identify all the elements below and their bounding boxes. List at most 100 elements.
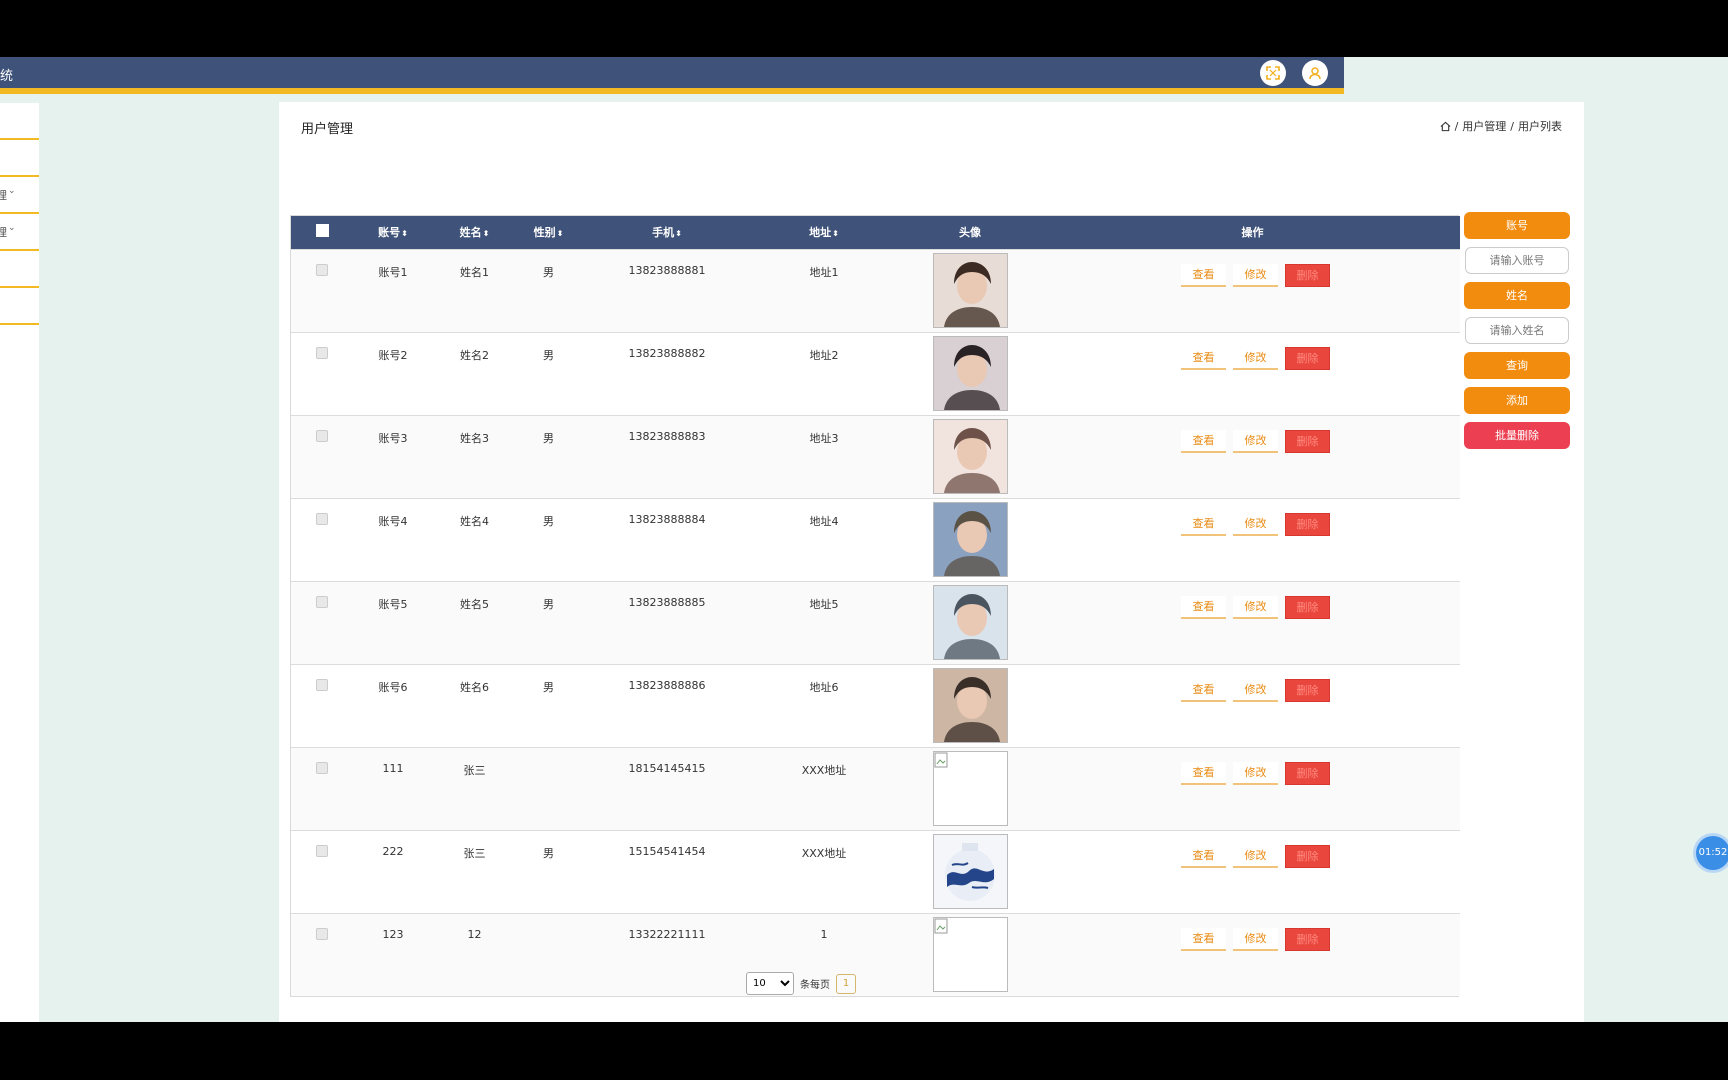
- view-button[interactable]: 查看: [1181, 263, 1226, 287]
- select-all-checkbox[interactable]: [315, 224, 329, 238]
- table-header-row: 账号⬍ 姓名⬍ 性别⬍ 手机⬍ 地址⬍ 头像 操作: [291, 216, 1460, 249]
- column-header-phone[interactable]: 手机⬍: [581, 216, 753, 249]
- row-checkbox[interactable]: [316, 844, 328, 857]
- delete-button[interactable]: 删除: [1285, 346, 1330, 370]
- view-button[interactable]: 查看: [1181, 761, 1226, 785]
- cell-actions: 查看 修改 删除: [1045, 664, 1460, 747]
- row-checkbox[interactable]: [316, 595, 328, 608]
- breadcrumb-item-user-management[interactable]: 用户管理: [1462, 118, 1506, 134]
- table-row: 222 张三 男 15154541454 XXX地址 查看 修改 删除: [291, 830, 1460, 913]
- row-checkbox[interactable]: [316, 678, 328, 691]
- cell-phone: 13322221111: [628, 927, 706, 941]
- cell-account: 账号6: [378, 680, 408, 694]
- sidebar-item-label: 理: [0, 189, 7, 202]
- row-select-cell: [291, 415, 353, 498]
- cell-phone: 13823888881: [628, 263, 706, 277]
- column-header-name[interactable]: 姓名⬍: [433, 216, 516, 249]
- sidebar-item[interactable]: -: [0, 140, 39, 177]
- row-checkbox[interactable]: [316, 263, 328, 276]
- delete-button[interactable]: 删除: [1285, 512, 1330, 536]
- edit-button[interactable]: 修改: [1233, 678, 1278, 702]
- avatar-image: [932, 750, 1008, 826]
- edit-button[interactable]: 修改: [1233, 761, 1278, 785]
- sidebar-item[interactable]: 理 ⌄: [0, 177, 39, 214]
- home-icon[interactable]: [1440, 121, 1451, 132]
- view-button[interactable]: 查看: [1181, 678, 1226, 702]
- cell-actions: 查看 修改 删除: [1045, 830, 1460, 913]
- cell-phone: 13823888886: [628, 678, 706, 692]
- cell-address: XXX地址: [801, 763, 847, 777]
- user-table: 账号⬍ 姓名⬍ 性别⬍ 手机⬍ 地址⬍ 头像 操作 账号1 姓名1 男 1382388…: [290, 215, 1460, 997]
- sidebar-item[interactable]: -: [0, 103, 39, 140]
- page-size-select[interactable]: 10: [746, 972, 794, 995]
- cell-actions: 查看 修改 删除: [1045, 913, 1460, 996]
- cell-avatar: [895, 249, 1045, 332]
- delete-button[interactable]: 删除: [1285, 761, 1330, 785]
- avatar-image: [932, 501, 1008, 577]
- query-button[interactable]: 查询: [1464, 352, 1570, 379]
- edit-button[interactable]: 修改: [1233, 346, 1278, 370]
- top-header: 统: [0, 57, 1344, 94]
- cell-actions: 查看 修改 删除: [1045, 332, 1460, 415]
- row-checkbox[interactable]: [316, 512, 328, 525]
- delete-button[interactable]: 删除: [1285, 263, 1330, 287]
- cell-phone: 13823888884: [628, 512, 706, 526]
- row-checkbox[interactable]: [316, 927, 328, 940]
- cell-account: 账号2: [378, 348, 408, 362]
- timer-badge[interactable]: 01:52: [1696, 836, 1728, 870]
- view-button[interactable]: 查看: [1181, 844, 1226, 868]
- view-button[interactable]: 查看: [1181, 429, 1226, 453]
- breadcrumb-separator: /: [1454, 119, 1459, 133]
- row-select-cell: [291, 249, 353, 332]
- user-button[interactable]: [1302, 60, 1328, 86]
- edit-button[interactable]: 修改: [1233, 927, 1278, 951]
- app-screen: 统 --理⌄理⌄-- 用户管理 / 用户管理 / 用户列表: [0, 57, 1728, 1022]
- edit-button[interactable]: 修改: [1233, 595, 1278, 619]
- edit-button[interactable]: 修改: [1233, 429, 1278, 453]
- sort-icon: ⬍: [401, 229, 408, 239]
- column-header-address[interactable]: 地址⬍: [753, 216, 895, 249]
- cell-avatar: [895, 332, 1045, 415]
- delete-button[interactable]: 删除: [1285, 678, 1330, 702]
- fullscreen-button[interactable]: [1260, 60, 1286, 86]
- cell-name: 姓名2: [460, 348, 489, 362]
- edit-button[interactable]: 修改: [1233, 263, 1278, 287]
- name-search-input[interactable]: [1465, 317, 1569, 344]
- table-row: 账号1 姓名1 男 13823888881 地址1 查看 修改 删除: [291, 249, 1460, 332]
- cell-gender: 男: [543, 431, 554, 445]
- table-body: 账号1 姓名1 男 13823888881 地址1 查看 修改 删除账号2 姓名2 男 138238…: [291, 249, 1460, 996]
- sidebar-item[interactable]: -: [0, 251, 39, 288]
- cell-avatar: [895, 498, 1045, 581]
- app-title: 统: [0, 69, 14, 84]
- edit-button[interactable]: 修改: [1233, 844, 1278, 868]
- column-header-gender[interactable]: 性别⬍: [516, 216, 581, 249]
- view-button[interactable]: 查看: [1181, 512, 1226, 536]
- account-search-input[interactable]: [1465, 247, 1569, 274]
- column-header-account[interactable]: 账号⬍: [353, 216, 433, 249]
- view-button[interactable]: 查看: [1181, 346, 1226, 370]
- row-checkbox[interactable]: [316, 429, 328, 442]
- sidebar-item[interactable]: -: [0, 288, 39, 325]
- row-checkbox[interactable]: [316, 761, 328, 774]
- avatar-image: [932, 584, 1008, 660]
- page-number-button[interactable]: 1: [836, 973, 856, 994]
- view-button[interactable]: 查看: [1181, 927, 1226, 951]
- batch-delete-button[interactable]: 批量删除: [1464, 422, 1570, 449]
- avatar-image: [932, 916, 1008, 992]
- row-checkbox[interactable]: [316, 346, 328, 359]
- add-button[interactable]: 添加: [1464, 387, 1570, 414]
- delete-button[interactable]: 删除: [1285, 927, 1330, 951]
- delete-button[interactable]: 删除: [1285, 429, 1330, 453]
- delete-button[interactable]: 删除: [1285, 595, 1330, 619]
- row-select-cell: [291, 664, 353, 747]
- view-button[interactable]: 查看: [1181, 595, 1226, 619]
- table-row: 账号2 姓名2 男 13823888882 地址2 查看 修改 删除: [291, 332, 1460, 415]
- cell-address: 地址6: [809, 680, 839, 694]
- cell-address: 地址3: [809, 431, 839, 445]
- table-row: 账号4 姓名4 男 13823888884 地址4 查看 修改 删除: [291, 498, 1460, 581]
- edit-button[interactable]: 修改: [1233, 512, 1278, 536]
- cell-address: 地址2: [809, 348, 839, 362]
- pagination: 10 条每页 1: [746, 972, 856, 995]
- sidebar-item[interactable]: 理 ⌄: [0, 214, 39, 251]
- delete-button[interactable]: 删除: [1285, 844, 1330, 868]
